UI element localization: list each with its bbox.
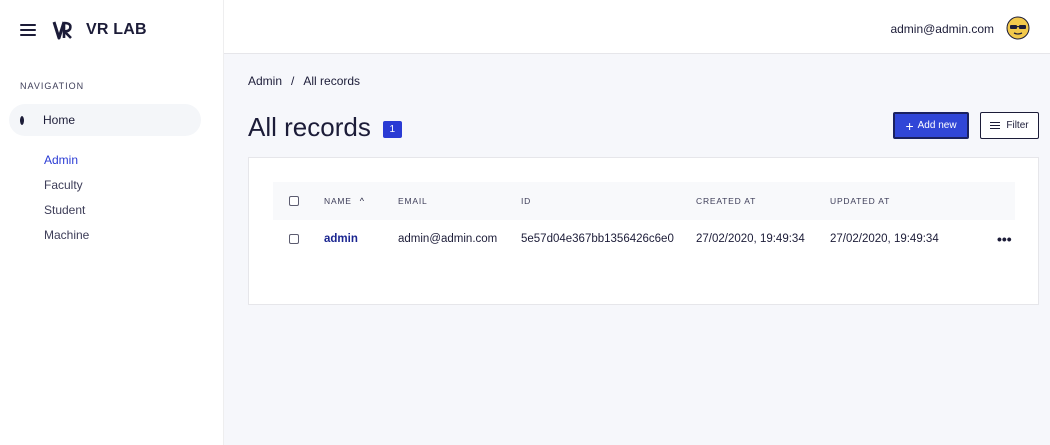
column-header-updated-at[interactable]: UPDATED AT [830, 182, 890, 220]
topbar: admin@admin.com [224, 0, 1050, 54]
breadcrumb-root[interactable]: Admin [248, 74, 282, 88]
table-header: NAME ^ EMAIL ID CREATED AT UPDATED AT [273, 182, 1015, 220]
filter-button[interactable]: Filter [980, 112, 1039, 139]
row-actions-more-icon[interactable]: ••• [997, 232, 1012, 246]
select-all-checkbox[interactable] [289, 196, 299, 206]
filter-icon [990, 122, 1001, 129]
sidebar: VR LAB NAVIGATION Home Admin Faculty Stu… [0, 0, 224, 445]
plus-icon: + [905, 117, 914, 134]
page-title: All records [248, 112, 371, 142]
page-header: All records 1 [248, 112, 402, 143]
record-id: 5e57d04e367bb1356426c6e0 [521, 233, 674, 245]
column-header-email[interactable]: EMAIL [398, 182, 428, 220]
menu-icon[interactable] [20, 24, 36, 36]
sidebar-subnav: Admin Faculty Student Machine [44, 152, 89, 252]
sidebar-item-label: Home [43, 113, 76, 127]
column-header-label: NAME [324, 196, 352, 206]
sidebar-item-home[interactable]: Home [9, 104, 201, 136]
breadcrumb-separator: / [291, 74, 295, 88]
record-name-link[interactable]: admin [324, 220, 358, 258]
sidebar-item-student[interactable]: Student [44, 202, 89, 227]
avatar-icon[interactable] [1006, 16, 1030, 40]
breadcrumb: Admin / All records [248, 74, 360, 88]
record-count-badge: 1 [382, 120, 402, 138]
filter-label: Filter [1006, 120, 1029, 131]
user-email[interactable]: admin@admin.com [890, 22, 994, 36]
table-row[interactable]: admin admin@admin.com 5e57d04e367bb13564… [273, 220, 1015, 258]
breadcrumb-current: All records [303, 74, 361, 88]
sidebar-item-machine[interactable]: Machine [44, 227, 89, 252]
sidebar-item-admin[interactable]: Admin [44, 152, 89, 177]
add-new-button[interactable]: + Add new [893, 112, 969, 139]
sort-ascending-icon: ^ [359, 196, 365, 206]
brand: VR LAB [20, 18, 147, 42]
column-header-name[interactable]: NAME ^ [324, 182, 365, 220]
record-created-at: 27/02/2020, 19:49:34 [696, 233, 805, 245]
records-card: NAME ^ EMAIL ID CREATED AT UPDATED AT adm… [248, 157, 1039, 305]
sidebar-item-faculty[interactable]: Faculty [44, 177, 89, 202]
record-email: admin@admin.com [398, 233, 498, 245]
column-header-id[interactable]: ID [521, 182, 531, 220]
app-name[interactable]: VR LAB [86, 21, 147, 39]
home-bullet-icon [20, 115, 24, 125]
nav-section-title: NAVIGATION [20, 81, 85, 91]
column-header-created-at[interactable]: CREATED AT [696, 182, 756, 220]
row-checkbox[interactable] [289, 234, 299, 244]
record-updated-at: 27/02/2020, 19:49:34 [830, 233, 939, 245]
logo-icon[interactable] [52, 19, 74, 41]
add-new-label: Add new [917, 120, 957, 131]
